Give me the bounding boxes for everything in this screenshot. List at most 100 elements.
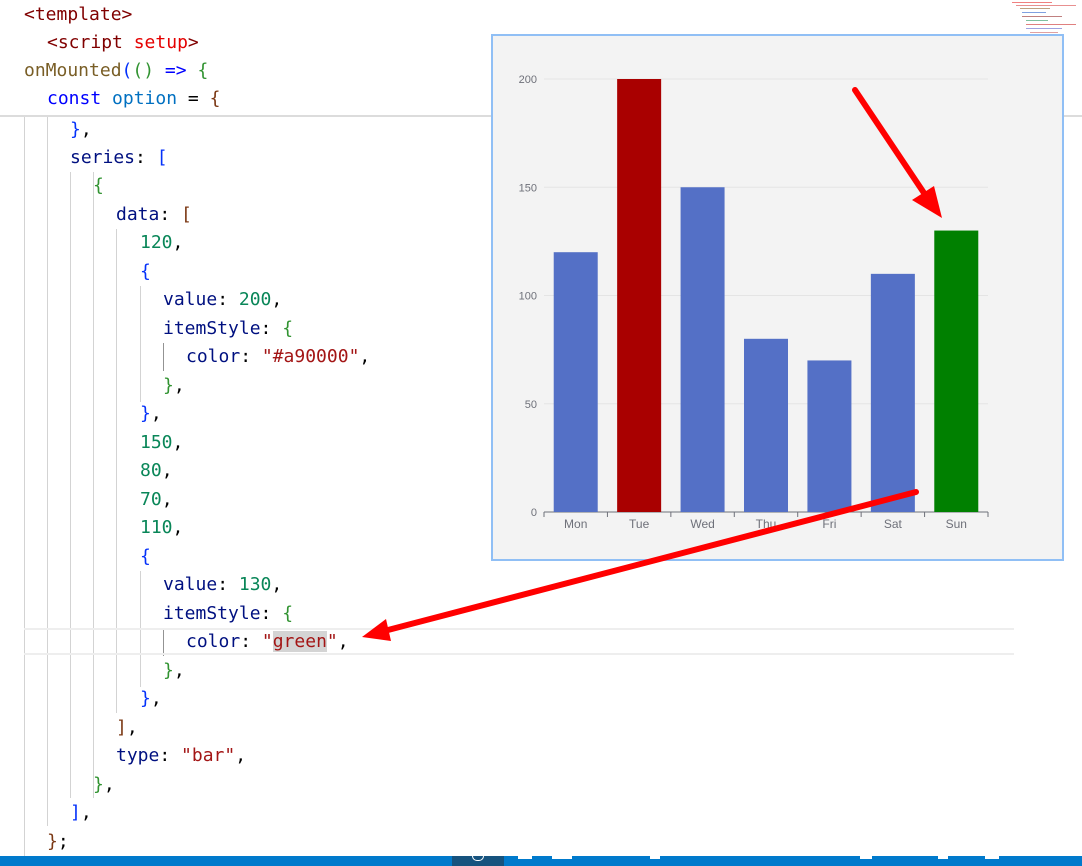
code-token: } bbox=[47, 831, 58, 852]
sticky-line[interactable]: const option = { bbox=[47, 85, 220, 113]
code-token: => bbox=[164, 60, 187, 81]
code-token: , bbox=[235, 745, 247, 766]
code-token: option bbox=[112, 88, 178, 109]
code-token: setup bbox=[133, 32, 188, 53]
indent-guide bbox=[93, 172, 94, 798]
code-token: script bbox=[57, 32, 123, 53]
x-tick-label: Mon bbox=[564, 517, 587, 531]
code-token: 110 bbox=[140, 517, 173, 538]
code-line[interactable]: ], bbox=[70, 799, 92, 827]
code-token: , bbox=[150, 403, 162, 424]
code-line[interactable]: 110, bbox=[140, 514, 183, 542]
code-line[interactable]: }, bbox=[140, 400, 162, 428]
code-line[interactable]: { bbox=[140, 543, 151, 571]
status-bar-item[interactable] bbox=[552, 856, 572, 859]
code-token: itemStyle bbox=[163, 603, 261, 624]
bar-thu bbox=[744, 338, 788, 512]
code-token: , bbox=[172, 517, 184, 538]
code-token: } bbox=[163, 660, 174, 681]
code-token: green bbox=[272, 631, 327, 652]
code-token: } bbox=[70, 119, 81, 140]
status-bar-item[interactable] bbox=[860, 856, 872, 859]
code-token: , bbox=[173, 375, 185, 396]
code-token: , bbox=[172, 232, 184, 253]
bar-tue bbox=[617, 79, 662, 512]
code-token: : bbox=[159, 745, 182, 766]
code-token: , bbox=[271, 289, 283, 310]
code-token: data bbox=[116, 204, 160, 225]
status-bar-item[interactable] bbox=[518, 856, 532, 859]
code-token: 80 bbox=[140, 460, 162, 481]
status-bar-item[interactable] bbox=[985, 856, 999, 859]
sticky-line[interactable]: <script setup> bbox=[47, 29, 199, 57]
code-line[interactable]: ], bbox=[116, 714, 138, 742]
status-bar-active-item[interactable] bbox=[452, 856, 504, 866]
x-tick-label: Sun bbox=[946, 517, 967, 531]
code-line[interactable]: data: [ bbox=[116, 201, 192, 229]
chart-preview-window: 0 50 100 150 200 Mon Tue Wed Thu Fri Sat Sun bbox=[491, 34, 1064, 561]
code-token: 200 bbox=[238, 289, 272, 310]
code-token: onMounted bbox=[24, 60, 122, 81]
code-line[interactable]: itemStyle: { bbox=[163, 315, 293, 343]
code-token: < bbox=[47, 32, 58, 53]
code-token: ] bbox=[116, 717, 127, 738]
code-token: : bbox=[260, 318, 283, 339]
code-line[interactable]: }, bbox=[93, 771, 115, 799]
code-line[interactable]: type: "bar", bbox=[116, 742, 246, 770]
status-bar-item[interactable] bbox=[650, 856, 660, 859]
bar-sun bbox=[934, 230, 979, 513]
code-token: "bar" bbox=[181, 745, 236, 766]
code-token: { bbox=[282, 318, 294, 339]
code-token: } bbox=[140, 688, 151, 709]
bar-chart: 0 50 100 150 200 Mon Tue Wed Thu Fri Sat Sun bbox=[519, 74, 989, 531]
y-tick-label: 0 bbox=[531, 507, 537, 519]
code-line[interactable]: }, bbox=[140, 685, 162, 713]
code-line[interactable]: }; bbox=[47, 828, 69, 856]
code-token: , bbox=[337, 631, 349, 652]
code-line[interactable]: 70, bbox=[140, 486, 173, 514]
code-token: > bbox=[187, 32, 199, 53]
code-line[interactable]: }, bbox=[163, 657, 185, 685]
code-token: , bbox=[271, 574, 283, 595]
code-token: [ bbox=[156, 147, 168, 168]
code-token: , bbox=[80, 119, 92, 140]
status-bar-item[interactable] bbox=[938, 856, 948, 859]
code-line[interactable]: 120, bbox=[140, 229, 183, 257]
code-token: "#a90000" bbox=[261, 346, 360, 367]
code-line[interactable]: itemStyle: { bbox=[163, 600, 293, 628]
code-line[interactable]: color: "#a90000", bbox=[186, 343, 370, 371]
code-token: { bbox=[197, 60, 209, 81]
indent-guide bbox=[163, 343, 164, 371]
code-token: , bbox=[103, 774, 115, 795]
code-token: } bbox=[140, 403, 151, 424]
code-line[interactable]: value: 130, bbox=[163, 571, 282, 599]
y-tick-label: 150 bbox=[519, 182, 537, 194]
bar-mon bbox=[553, 252, 598, 512]
code-token: : bbox=[260, 603, 283, 624]
code-token: const bbox=[47, 88, 102, 109]
code-line[interactable]: series: [ bbox=[70, 144, 168, 172]
y-tick-label: 50 bbox=[525, 399, 537, 411]
code-token: : bbox=[159, 204, 182, 225]
code-line[interactable]: 80, bbox=[140, 457, 173, 485]
code-token: " bbox=[261, 631, 273, 652]
code-line[interactable]: 150, bbox=[140, 429, 183, 457]
code-token: = bbox=[177, 88, 210, 109]
code-line[interactable]: value: 200, bbox=[163, 286, 282, 314]
sticky-line[interactable]: onMounted(() => { bbox=[24, 57, 208, 85]
code-token: template bbox=[34, 4, 122, 25]
code-token: value bbox=[163, 574, 218, 595]
code-token: : bbox=[217, 289, 239, 310]
code-line[interactable]: }, bbox=[163, 372, 185, 400]
code-line[interactable]: }, bbox=[70, 116, 92, 144]
x-tick-label: Wed bbox=[690, 517, 714, 531]
code-line[interactable]: color: "green", bbox=[186, 628, 349, 656]
code-line[interactable]: { bbox=[93, 172, 104, 200]
code-line[interactable]: { bbox=[140, 258, 151, 286]
status-bar-icon bbox=[472, 856, 484, 861]
sticky-line[interactable]: <template> bbox=[24, 1, 132, 29]
